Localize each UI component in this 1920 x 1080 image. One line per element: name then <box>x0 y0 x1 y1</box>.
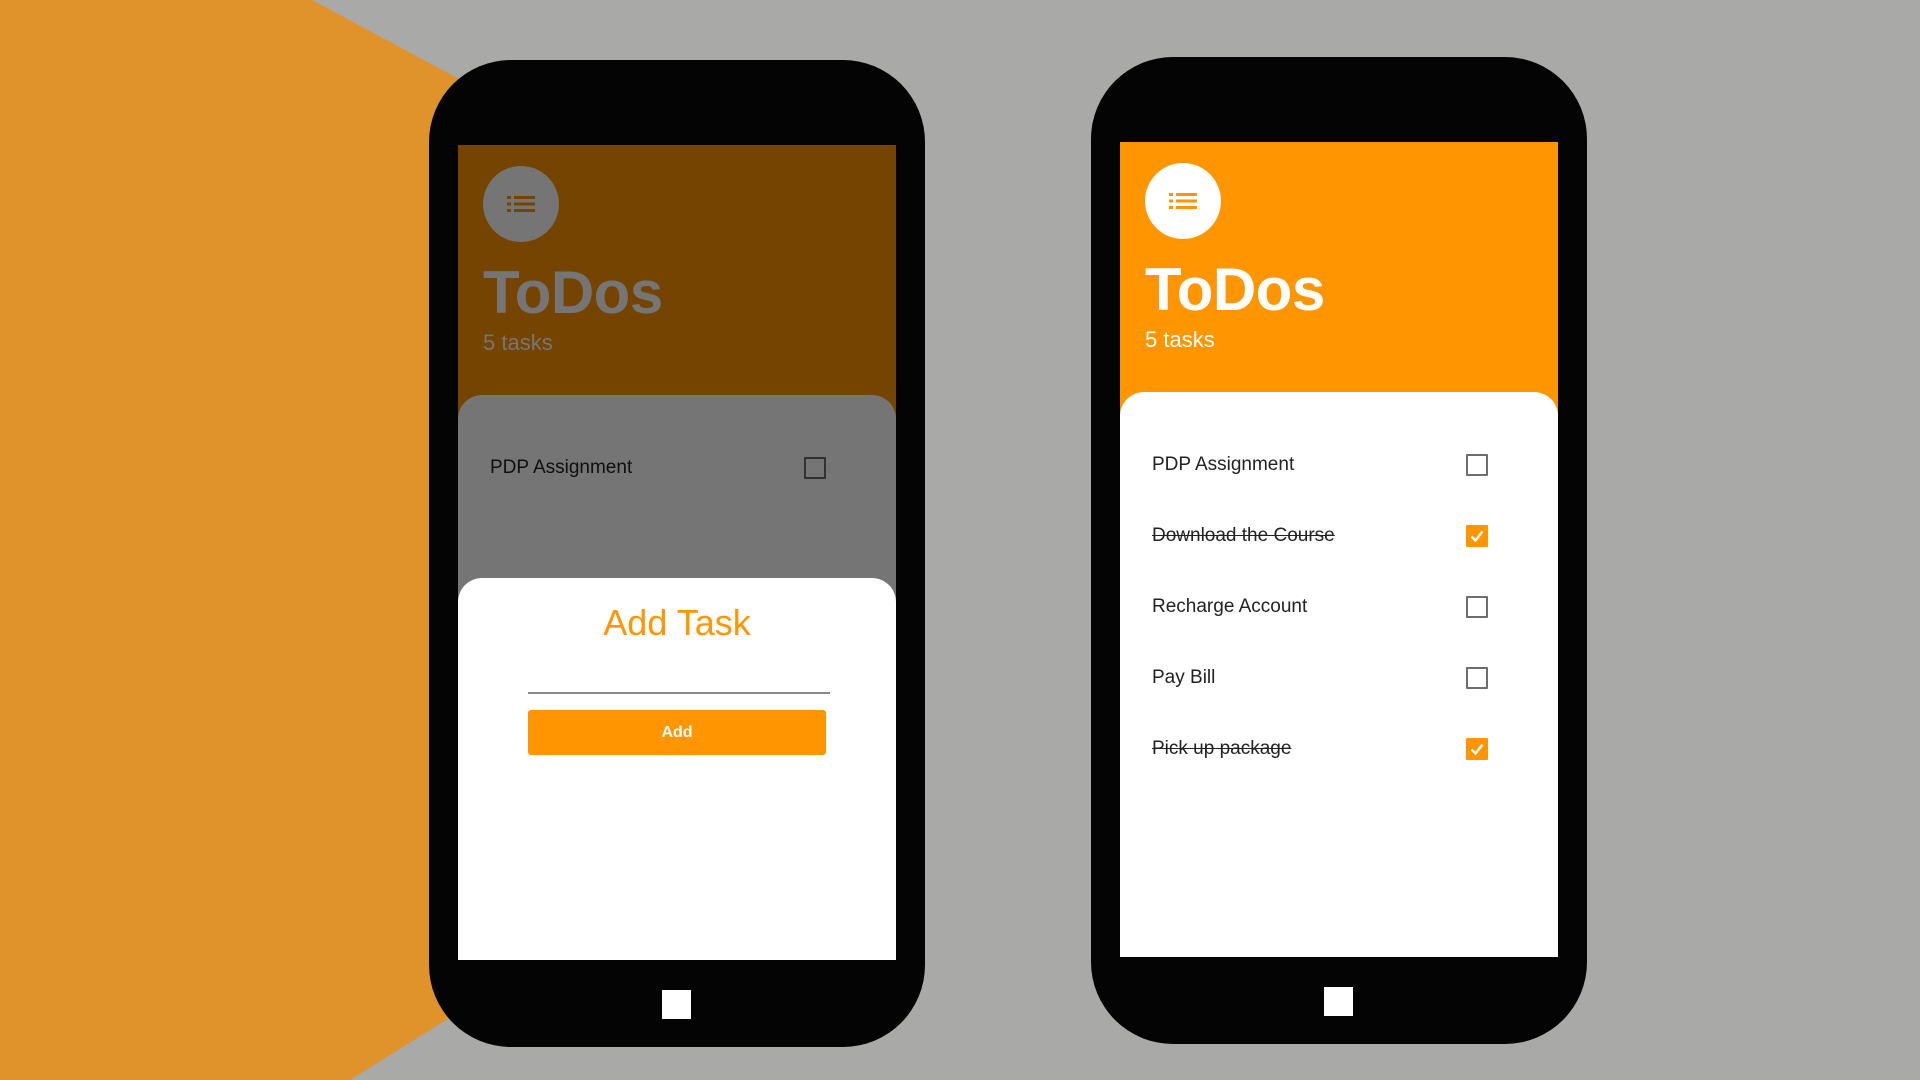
home-button[interactable] <box>1324 987 1353 1016</box>
list-icon <box>1169 193 1197 209</box>
app-header: ToDos 5 tasks <box>1120 142 1558 422</box>
task-count: 5 tasks <box>1145 327 1215 352</box>
task-label: Recharge Account <box>1152 596 1308 617</box>
task-label: Pick up package <box>1152 738 1292 759</box>
task-label: PDP Assignment <box>1152 454 1295 475</box>
app-title: ToDos <box>1145 256 1325 323</box>
task-item[interactable]: Download the Course <box>1152 517 1526 557</box>
add-button[interactable]: Add <box>528 710 826 755</box>
task-list: PDP Assignment Download the Course Recha… <box>1120 392 1558 957</box>
task-checkbox[interactable] <box>1466 667 1488 689</box>
sheet-title: Add Task <box>603 602 751 643</box>
task-item[interactable]: PDP Assignment <box>1152 446 1526 486</box>
decorative-background <box>0 0 470 1080</box>
checkmark-icon <box>1470 743 1484 756</box>
phone-screen: ToDos 5 tasks PDP Assignment Download th… <box>1120 142 1558 957</box>
phone-screen: ToDos 5 tasks PDP Assignment Add Task Ad… <box>458 145 896 960</box>
checkmark-icon <box>1470 530 1484 543</box>
orange-wedge-shape <box>0 0 470 1080</box>
phone-add-task: ToDos 5 tasks PDP Assignment Add Task Ad… <box>429 60 925 1047</box>
task-checkbox-checked[interactable] <box>1466 738 1488 760</box>
task-item[interactable]: Recharge Account <box>1152 588 1526 628</box>
task-label: Pay Bill <box>1152 667 1216 688</box>
task-checkbox[interactable] <box>1466 596 1488 618</box>
phone-task-list: ToDos 5 tasks PDP Assignment Download th… <box>1091 57 1587 1044</box>
task-item[interactable]: Pick up package <box>1152 730 1526 770</box>
task-input[interactable] <box>528 666 830 694</box>
add-task-sheet: Add Task Add <box>458 578 896 960</box>
home-button[interactable] <box>662 990 691 1019</box>
task-item[interactable]: Pay Bill <box>1152 659 1526 699</box>
task-checkbox-checked[interactable] <box>1466 525 1488 547</box>
task-label: Download the Course <box>1152 525 1335 546</box>
task-checkbox[interactable] <box>1466 454 1488 476</box>
app-icon-circle <box>1145 163 1221 239</box>
